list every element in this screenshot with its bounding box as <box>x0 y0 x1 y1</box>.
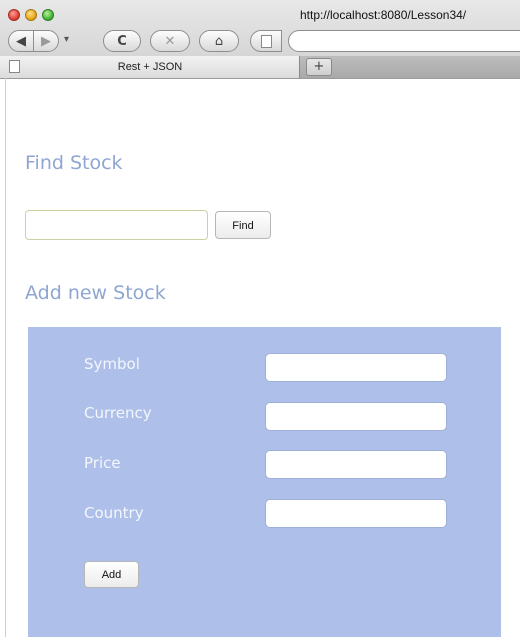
stop-button[interactable]: ✕ <box>150 30 190 52</box>
add-stock-heading: Add new Stock <box>25 282 166 304</box>
currency-input[interactable] <box>265 402 447 431</box>
add-stock-form: Symbol Currency Price Country Add <box>28 327 501 637</box>
page-icon <box>260 34 272 48</box>
currency-label: Currency <box>84 404 152 422</box>
back-button[interactable]: ◀ <box>8 30 34 52</box>
back-arrow-icon: ◀ <box>16 33 26 49</box>
tab-title: Rest + JSON <box>117 61 183 73</box>
toolbar: ◀ ▶ ▾ C ✕ ⌂ <box>0 26 520 56</box>
home-button[interactable]: ⌂ <box>199 30 239 52</box>
reload-icon: C <box>117 33 127 49</box>
country-input[interactable] <box>265 499 447 528</box>
zoom-window-icon[interactable] <box>42 9 54 21</box>
symbol-label: Symbol <box>84 355 140 373</box>
find-button[interactable]: Find <box>215 211 271 239</box>
add-button[interactable]: Add <box>84 561 139 588</box>
page-left-border <box>5 78 6 637</box>
bookmark-page-button[interactable] <box>250 30 282 52</box>
find-stock-heading: Find Stock <box>25 152 123 174</box>
tab-active[interactable]: Rest + JSON <box>0 56 300 78</box>
minimize-window-icon[interactable] <box>25 9 37 21</box>
forward-arrow-icon: ▶ <box>41 33 51 49</box>
tab-bar: Rest + JSON + <box>0 56 520 78</box>
url-text[interactable]: http://localhost:8080/Lesson34/ <box>300 8 466 22</box>
price-input[interactable] <box>265 450 447 479</box>
forward-button[interactable]: ▶ <box>33 30 59 52</box>
browser-chrome: ◀ ▶ ▾ C ✕ ⌂ http://localhost:8080/Lesson… <box>0 0 520 79</box>
reload-button[interactable]: C <box>103 30 141 52</box>
history-dropdown-icon[interactable]: ▾ <box>64 34 69 45</box>
stop-icon: ✕ <box>164 33 176 49</box>
address-bar[interactable] <box>288 30 520 52</box>
new-tab-button[interactable]: + <box>306 58 332 76</box>
symbol-input[interactable] <box>265 353 447 382</box>
home-icon: ⌂ <box>214 33 224 49</box>
close-window-icon[interactable] <box>8 9 20 21</box>
price-label: Price <box>84 454 121 472</box>
country-label: Country <box>84 504 144 522</box>
find-stock-input[interactable] <box>25 210 208 240</box>
